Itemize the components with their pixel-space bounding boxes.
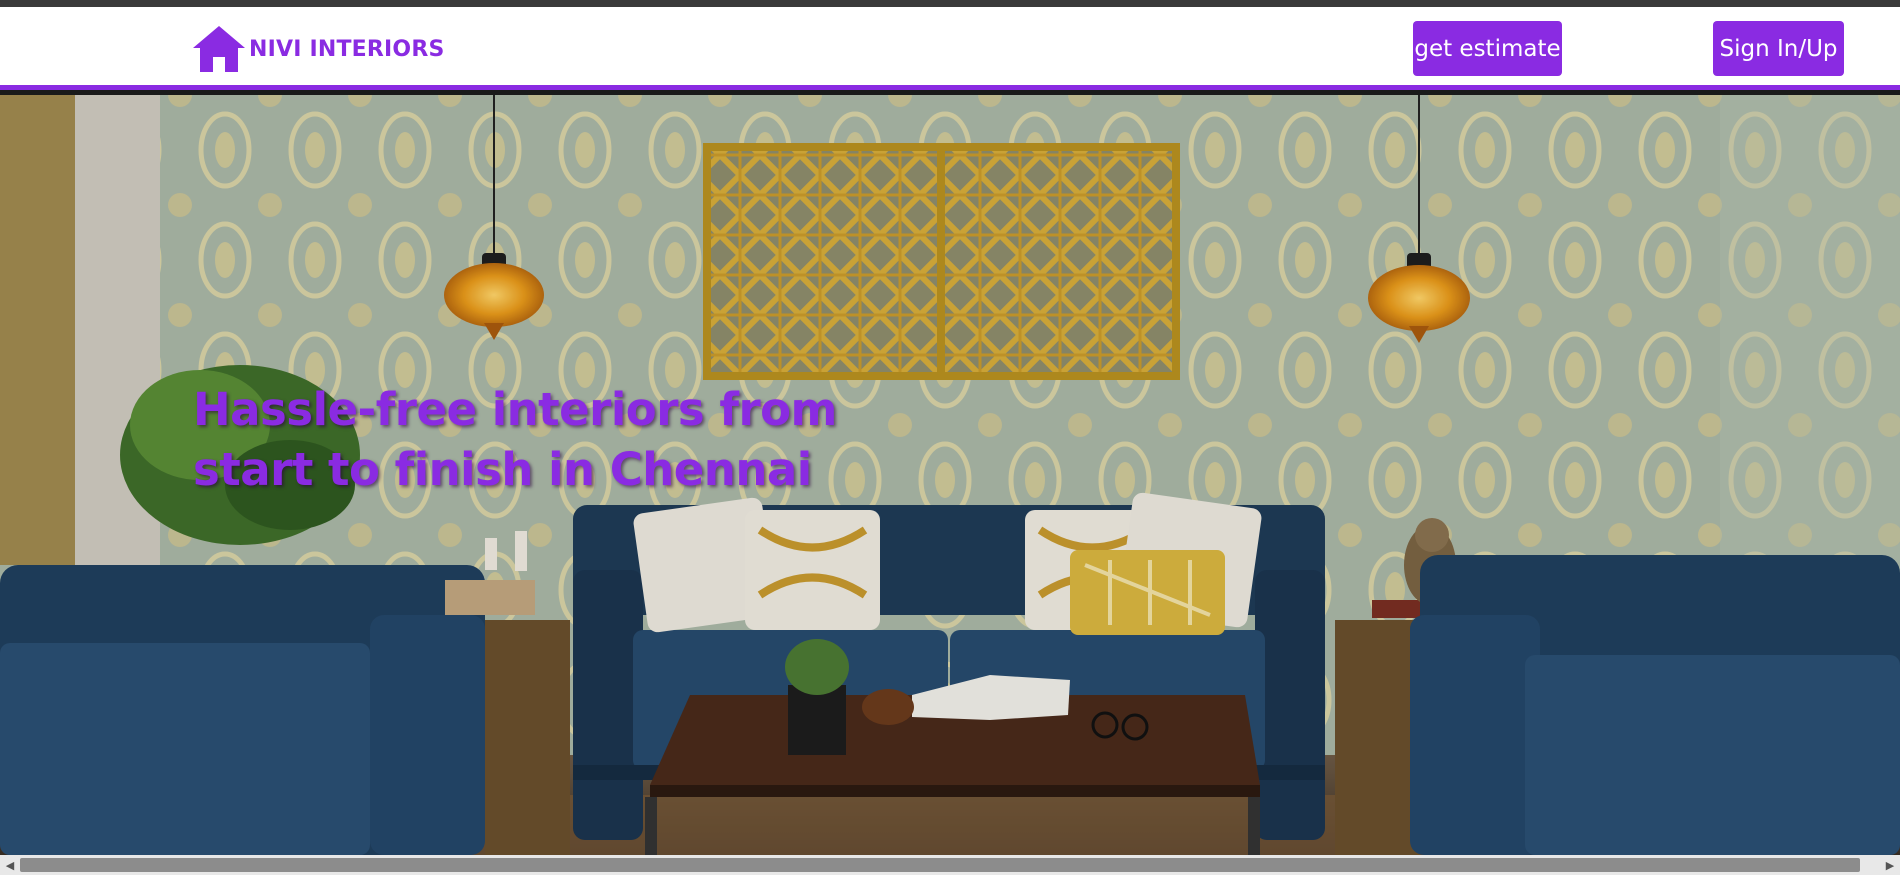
horizontal-scrollbar[interactable]: ◀ ▶ xyxy=(0,855,1900,875)
navbar: NIVI INTERIORS get estimate Sign In/Up xyxy=(0,7,1900,90)
window-top-strip xyxy=(0,0,1900,7)
brand-name: NIVI INTERIORS xyxy=(249,36,445,62)
hero-headline: Hassle-free interiors from start to fini… xyxy=(193,383,837,496)
hero-section: Hassle-free interiors from start to fini… xyxy=(0,95,1900,855)
scroll-right-arrow-icon[interactable]: ▶ xyxy=(1880,855,1900,875)
sign-in-up-button[interactable]: Sign In/Up xyxy=(1713,21,1844,76)
home-icon xyxy=(193,26,245,72)
scrollbar-thumb[interactable] xyxy=(20,858,1860,872)
get-estimate-button[interactable]: get estimate xyxy=(1413,21,1562,76)
scroll-left-arrow-icon[interactable]: ◀ xyxy=(0,855,20,875)
brand-link[interactable]: NIVI INTERIORS xyxy=(191,24,445,74)
